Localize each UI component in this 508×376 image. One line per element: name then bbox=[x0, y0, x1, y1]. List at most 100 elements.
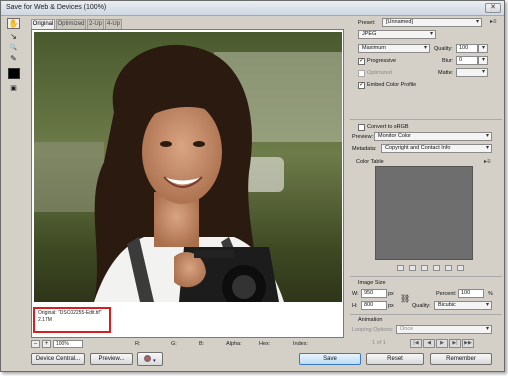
device-central-button[interactable]: Device Central... bbox=[31, 353, 85, 365]
color-table-menu-icon[interactable]: ▸≡ bbox=[484, 158, 491, 165]
convert-srgb-label: Convert to sRGB bbox=[367, 124, 409, 130]
metadata-select[interactable]: Copyright and Contact Info bbox=[381, 144, 492, 153]
preview-label: Preview: bbox=[352, 134, 374, 140]
blur-input[interactable]: 0 bbox=[456, 56, 478, 65]
section-divider bbox=[350, 276, 502, 277]
window-title: Save for Web & Devices (100%) bbox=[6, 4, 107, 11]
width-label: W: bbox=[352, 291, 359, 297]
width-unit: px bbox=[388, 291, 394, 297]
browser-select[interactable]: ▾ bbox=[137, 352, 163, 366]
chevron-down-icon: ▾ bbox=[153, 358, 156, 364]
percent-unit: % bbox=[488, 291, 493, 297]
metadata-label: Metadata: bbox=[352, 146, 377, 152]
zoom-tool-icon[interactable]: 🔍 bbox=[7, 42, 20, 53]
original-filename: Original: "DSC02255-Edit.tif" bbox=[38, 310, 102, 316]
embed-profile-checkbox[interactable]: ✓ bbox=[358, 82, 365, 89]
previous-frame-icon[interactable]: ◀ bbox=[423, 339, 435, 348]
resample-quality-label: Quality: bbox=[412, 303, 431, 309]
status-bar: – + 100% R: G: B: Alpha: Hex: Index: bbox=[31, 340, 344, 349]
optimized-checkbox[interactable] bbox=[358, 70, 365, 77]
preview-button[interactable]: Preview... bbox=[90, 353, 133, 365]
resample-quality-select[interactable]: Bicubic bbox=[434, 301, 492, 310]
optimized-label: Optimized bbox=[367, 70, 392, 76]
zoom-out-button[interactable]: – bbox=[31, 340, 40, 348]
preview-color-select[interactable]: Monitor Color bbox=[374, 132, 492, 141]
section-divider bbox=[350, 119, 502, 120]
first-frame-icon[interactable]: |◀ bbox=[410, 339, 422, 348]
optimize-menu-icon[interactable]: ▸≡ bbox=[490, 18, 497, 25]
format-select[interactable]: JPEG bbox=[358, 30, 436, 39]
browser-icon bbox=[144, 355, 152, 362]
height-unit: px bbox=[388, 303, 394, 309]
remember-button[interactable]: Remember bbox=[430, 353, 492, 365]
delete-color-icon[interactable] bbox=[457, 265, 464, 271]
eyedropper-tool-icon[interactable]: ✎ bbox=[7, 53, 20, 64]
hand-tool-icon[interactable]: ✋ bbox=[7, 18, 20, 29]
color-table-tools bbox=[397, 265, 469, 273]
percent-input[interactable]: 100 bbox=[458, 289, 484, 298]
progressive-checkbox[interactable]: ✓ bbox=[358, 58, 365, 65]
g-readout: G: bbox=[171, 341, 177, 347]
save-for-web-window: Save for Web & Devices (100%) ✕ ✋ ↘ 🔍 ✎ … bbox=[0, 0, 505, 372]
tab-4-up[interactable]: 4-Up bbox=[105, 19, 122, 29]
preview-pane: Original: "DSC02255-Edit.tif" 2.17M bbox=[31, 29, 344, 338]
slice-select-tool-icon[interactable]: ↘ bbox=[7, 31, 20, 42]
tab-2-up[interactable]: 2-Up bbox=[87, 19, 104, 29]
compression-quality-select[interactable]: Maximum bbox=[358, 44, 430, 53]
frame-counter: 1 of 1 bbox=[372, 340, 386, 346]
hex-readout: Hex: bbox=[259, 341, 271, 347]
matte-select[interactable] bbox=[456, 68, 488, 77]
section-divider bbox=[350, 314, 502, 315]
index-readout: Index: bbox=[293, 341, 308, 347]
add-color-icon[interactable] bbox=[433, 265, 440, 271]
preview-image[interactable] bbox=[34, 32, 342, 302]
quality-label: Quality: bbox=[434, 46, 453, 52]
close-button[interactable]: ✕ bbox=[485, 3, 501, 13]
b-readout: B: bbox=[199, 341, 205, 347]
new-color-icon[interactable] bbox=[445, 265, 452, 271]
portrait-photo bbox=[34, 32, 342, 302]
settings-panel: Preset: [Unnamed] ▸≡ JPEG Maximum Qualit… bbox=[350, 18, 502, 353]
tab-optimized[interactable]: Optimized bbox=[56, 19, 86, 29]
preset-select[interactable]: [Unnamed] bbox=[382, 18, 482, 27]
blur-slider-toggle[interactable] bbox=[478, 56, 488, 65]
play-icon[interactable]: ▶ bbox=[436, 339, 448, 348]
map-color-icon[interactable] bbox=[397, 265, 404, 271]
convert-srgb-checkbox[interactable] bbox=[358, 124, 365, 131]
original-info-box: Original: "DSC02255-Edit.tif" 2.17M bbox=[33, 307, 111, 333]
quality-input[interactable]: 100 bbox=[456, 44, 478, 53]
next-frame-icon[interactable]: ▶| bbox=[449, 339, 461, 348]
save-button[interactable]: Save bbox=[299, 353, 361, 365]
reset-button[interactable]: Reset bbox=[366, 353, 424, 365]
eyedropper-color-swatch[interactable] bbox=[8, 68, 20, 79]
constrain-proportions-link-icon[interactable]: ⛓ bbox=[400, 294, 410, 303]
zoom-level-select[interactable]: 100% bbox=[53, 340, 83, 348]
last-frame-icon[interactable]: ▶▶ bbox=[462, 339, 474, 348]
color-table[interactable] bbox=[375, 166, 473, 260]
original-file-size: 2.17M bbox=[38, 317, 52, 323]
toggle-slices-icon[interactable]: ▣ bbox=[7, 83, 20, 94]
matte-label: Matte: bbox=[438, 70, 454, 76]
animation-title: Animation bbox=[358, 317, 383, 323]
tool-column: ✋ ↘ 🔍 ✎ ▣ bbox=[4, 18, 24, 98]
animation-frame-controls: 1 of 1 |◀ ◀ ▶ ▶| ▶▶ bbox=[350, 339, 502, 348]
lock-color-icon[interactable] bbox=[421, 265, 428, 271]
shift-web-palette-icon[interactable] bbox=[409, 265, 416, 271]
width-input[interactable]: 950 bbox=[361, 289, 387, 298]
r-readout: R: bbox=[135, 341, 141, 347]
image-size-title: Image Size bbox=[358, 280, 386, 286]
height-label: H: bbox=[352, 303, 358, 309]
quality-slider-toggle[interactable] bbox=[478, 44, 488, 53]
color-table-title: Color Table bbox=[356, 159, 384, 165]
alpha-readout: Alpha: bbox=[226, 341, 242, 347]
progressive-label: Progressive bbox=[367, 58, 397, 64]
title-bar: Save for Web & Devices (100%) ✕ bbox=[1, 1, 504, 16]
embed-profile-label: Embed Color Profile bbox=[367, 82, 417, 88]
zoom-in-button[interactable]: + bbox=[42, 340, 51, 348]
percent-label: Percent: bbox=[436, 291, 457, 297]
looping-options-label: Looping Options: bbox=[352, 327, 394, 333]
looping-options-select[interactable]: Once bbox=[396, 325, 492, 334]
blur-label: Blur: bbox=[442, 58, 454, 64]
height-input[interactable]: 800 bbox=[361, 301, 387, 310]
preset-label: Preset: bbox=[358, 20, 376, 26]
